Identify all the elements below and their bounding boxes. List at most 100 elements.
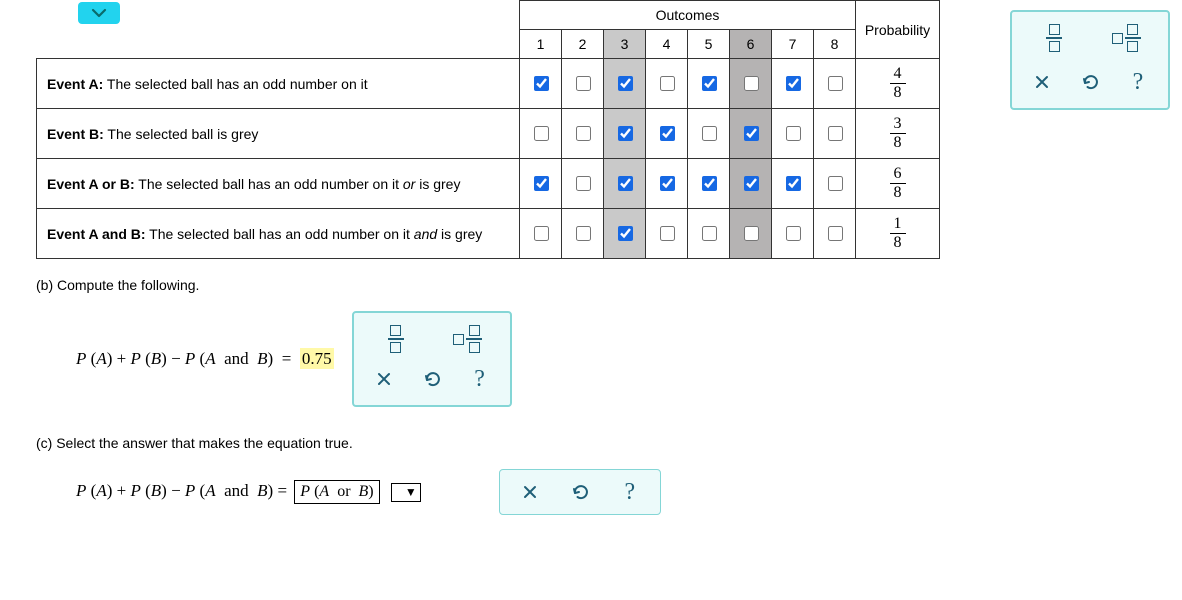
clear-button-c[interactable] [516,478,544,506]
event-a-and-b-outcome-6 [730,209,772,259]
event-b-checkbox-3[interactable] [618,126,633,141]
part-b-answer[interactable]: 0.75 [300,348,334,369]
event-a-checkbox-1[interactable] [534,76,549,91]
event-b-checkbox-8[interactable] [828,126,843,141]
col-8: 8 [814,30,856,59]
event-a-or-b-checkbox-3[interactable] [618,176,633,191]
undo-button-c[interactable] [566,478,594,506]
event-b-outcome-4 [646,109,688,159]
event-a-and-b-checkbox-7[interactable] [786,226,801,241]
event-b-checkbox-7[interactable] [786,126,801,141]
event-a-and-b-checkbox-6[interactable] [744,226,759,241]
event-a-checkbox-5[interactable] [702,76,717,91]
event-b-outcome-5 [688,109,730,159]
part-b-prompt: (b) Compute the following. [36,277,1182,293]
col-2: 2 [562,30,604,59]
event-a-or-b-outcome-1 [520,159,562,209]
event-a-checkbox-6[interactable] [744,76,759,91]
event-a-or-b-checkbox-4[interactable] [660,176,675,191]
event-a-and-b-checkbox-3[interactable] [618,226,633,241]
probability-header: Probability [856,1,940,59]
event-b-label: Event B: The selected ball is grey [37,109,520,159]
event-b-checkbox-4[interactable] [660,126,675,141]
part-c-select[interactable]: ▼ [391,483,421,502]
help-button[interactable]: ? [1124,68,1152,96]
event-a-and-b-label: Event A and B: The selected ball has an … [37,209,520,259]
event-a-or-b-checkbox-5[interactable] [702,176,717,191]
event-a-or-b-checkbox-1[interactable] [534,176,549,191]
event-a-or-b-checkbox-7[interactable] [786,176,801,191]
event-a-and-b-checkbox-4[interactable] [660,226,675,241]
undo-button[interactable] [1076,68,1104,96]
x-icon [1034,74,1050,90]
undo-icon [571,484,589,500]
event-a-outcome-5 [688,59,730,109]
collapse-toggle[interactable] [78,2,120,24]
event-a-and-b-checkbox-5[interactable] [702,226,717,241]
fraction-numerator: 3 [890,115,906,134]
col-7: 7 [772,30,814,59]
toolbox-row-actions: ? [1020,62,1160,102]
clear-button-b[interactable] [370,365,398,393]
event-a-or-b-outcome-4 [646,159,688,209]
fraction-tool-button-b[interactable] [382,325,410,353]
event-a-probability: 48 [856,59,940,109]
toolbox-row-frac [1020,18,1160,58]
event-a-checkbox-3[interactable] [618,76,633,91]
event-a-and-b-outcome-1 [520,209,562,259]
question-icon: ? [1133,69,1144,96]
event-a-or-b-outcome-5 [688,159,730,209]
event-a-or-b-outcome-3 [604,159,646,209]
event-a-and-b-outcome-3 [604,209,646,259]
col-5: 5 [688,30,730,59]
event-b-outcome-7 [772,109,814,159]
event-b-checkbox-1[interactable] [534,126,549,141]
fraction-denominator: 8 [890,84,906,102]
event-b-checkbox-2[interactable] [576,126,591,141]
undo-icon [1081,74,1099,90]
table-row: Event B: The selected ball is grey 38 [37,109,940,159]
undo-button-b[interactable] [418,365,446,393]
event-a-and-b-outcome-5 [688,209,730,259]
event-a-checkbox-7[interactable] [786,76,801,91]
question-icon: ? [474,366,485,393]
x-icon [376,371,392,387]
x-icon [522,484,538,500]
event-b-outcome-1 [520,109,562,159]
event-b-outcome-6 [730,109,772,159]
event-a-and-b-probability: 18 [856,209,940,259]
event-b-checkbox-6[interactable] [744,126,759,141]
event-a-or-b-checkbox-2[interactable] [576,176,591,191]
chevron-down-icon [91,8,107,18]
event-a-checkbox-8[interactable] [828,76,843,91]
toolbox-part-b: ? [352,311,512,407]
outcomes-header: Outcomes [520,1,856,30]
event-a-outcome-7 [772,59,814,109]
event-a-and-b-checkbox-2[interactable] [576,226,591,241]
event-a-label: Event A: The selected ball has an odd nu… [37,59,520,109]
event-a-and-b-outcome-8 [814,209,856,259]
dropdown-icon: ▼ [405,485,417,500]
event-a-and-b-checkbox-1[interactable] [534,226,549,241]
event-a-or-b-checkbox-8[interactable] [828,176,843,191]
mixed-number-tool-button-b[interactable] [454,325,482,353]
event-a-and-b-checkbox-8[interactable] [828,226,843,241]
event-a-or-b-checkbox-6[interactable] [744,176,759,191]
mixed-number-icon [453,325,482,353]
clear-button[interactable] [1028,68,1056,96]
part-c-equation: P (A) + P (B) − P (A and B) = P (A or B)… [76,480,421,504]
toolbox-part-c: ? [499,469,661,515]
fraction-tool-button[interactable] [1040,24,1068,52]
mixed-number-tool-button[interactable] [1112,24,1140,52]
fraction-icon [1046,24,1062,52]
event-b-outcome-2 [562,109,604,159]
fraction-denominator: 8 [890,134,906,152]
help-button-b[interactable]: ? [466,365,494,393]
help-button-c[interactable]: ? [616,478,644,506]
event-a-checkbox-4[interactable] [660,76,675,91]
undo-icon [423,371,441,387]
question-icon: ? [624,479,635,506]
event-b-checkbox-5[interactable] [702,126,717,141]
event-a-outcome-6 [730,59,772,109]
event-a-checkbox-2[interactable] [576,76,591,91]
